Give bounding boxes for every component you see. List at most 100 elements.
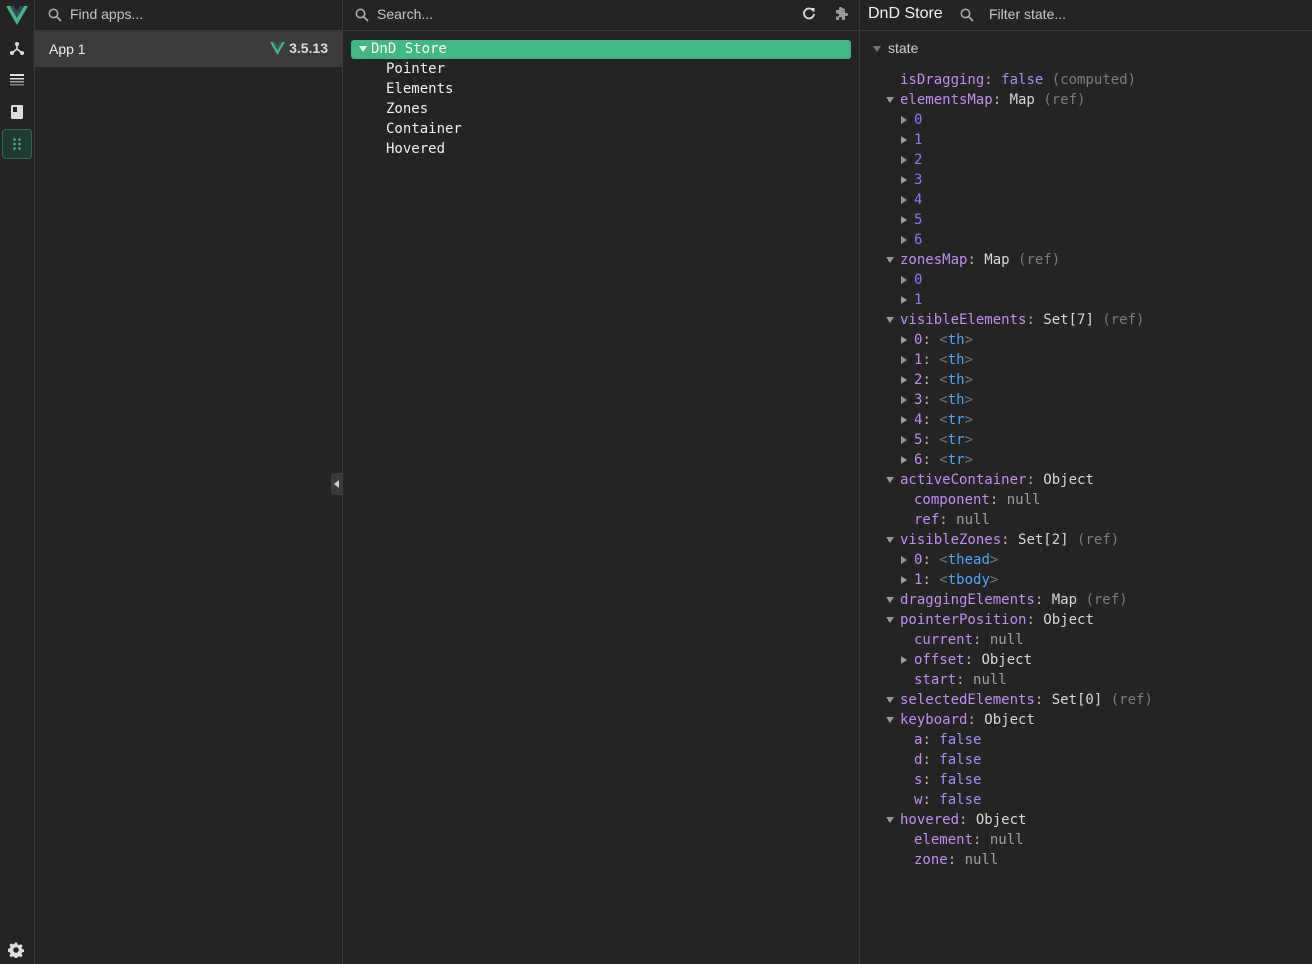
state-value: false — [1001, 72, 1044, 88]
pinia-icon[interactable] — [2, 97, 32, 127]
app-list-item[interactable]: App 1 3.5.13 — [35, 31, 342, 67]
state-annotation: (ref) — [1018, 252, 1061, 268]
state-row[interactable]: 1: <tbody> — [901, 570, 998, 590]
collapse-panel-button[interactable] — [331, 473, 342, 495]
state-index: 0 — [914, 112, 923, 128]
state-row[interactable]: hovered: Object — [886, 810, 1026, 830]
tree-search-bar[interactable]: Search... — [343, 0, 859, 31]
state-row[interactable]: 0: <th> — [901, 330, 973, 350]
state-row[interactable]: activeContainer: Object — [886, 470, 1094, 490]
caret-down-icon[interactable] — [886, 317, 894, 323]
caret-right-icon[interactable] — [901, 156, 907, 164]
state-row: ref: null — [914, 510, 990, 530]
state-row[interactable]: 5 — [901, 210, 922, 230]
state-row: start: null — [914, 670, 1007, 690]
state-row[interactable]: pointerPosition: Object — [886, 610, 1094, 630]
state-row[interactable]: 2: <th> — [901, 370, 973, 390]
state-row[interactable]: 1: <th> — [901, 350, 973, 370]
caret-right-icon[interactable] — [901, 216, 907, 224]
tag-open-bracket: < — [939, 332, 948, 348]
state-row[interactable]: 0 — [901, 270, 922, 290]
state-index: 1 — [914, 292, 923, 308]
caret-right-icon[interactable] — [901, 436, 907, 444]
caret-right-icon[interactable] — [901, 456, 907, 464]
apps-search-input[interactable]: Find apps... — [70, 6, 143, 22]
vue-logo-icon[interactable] — [2, 0, 32, 30]
tree-node-elements[interactable]: Elements — [386, 81, 453, 97]
tree-search-input[interactable]: Search... — [377, 6, 433, 22]
plugin-grid-icon[interactable] — [2, 129, 32, 159]
caret-down-icon[interactable] — [886, 597, 894, 603]
tree-node-pointer[interactable]: Pointer — [386, 61, 445, 77]
caret-right-icon[interactable] — [901, 236, 907, 244]
state-row[interactable]: keyboard: Object — [886, 710, 1035, 730]
settings-icon[interactable] — [7, 942, 25, 961]
filter-state-input[interactable]: Filter state... — [989, 6, 1066, 22]
caret-right-icon[interactable] — [901, 176, 907, 184]
tree-node-container[interactable]: Container — [386, 121, 462, 137]
state-row[interactable]: elementsMap: Map (ref) — [886, 90, 1085, 110]
state-row[interactable]: 5: <tr> — [901, 430, 973, 450]
state-row[interactable]: visibleZones: Set[2] (ref) — [886, 530, 1119, 550]
timeline-icon[interactable] — [2, 65, 32, 95]
caret-right-icon[interactable] — [901, 336, 907, 344]
tree-node-selected[interactable]: DnD Store — [351, 40, 851, 59]
state-row[interactable]: 2 — [901, 150, 922, 170]
state-row[interactable]: 3 — [901, 170, 922, 190]
caret-down-icon[interactable] — [886, 817, 894, 823]
state-spacer — [1069, 532, 1077, 548]
state-separator: : — [984, 72, 1002, 88]
state-row[interactable]: 0: <thead> — [901, 550, 998, 570]
caret-right-icon[interactable] — [901, 576, 907, 584]
caret-right-icon[interactable] — [901, 296, 907, 304]
state-element-tag: tbody — [947, 572, 990, 588]
state-separator: : — [973, 832, 990, 848]
state-row[interactable]: visibleElements: Set[7] (ref) — [886, 310, 1144, 330]
caret-down-icon[interactable] — [886, 477, 894, 483]
tree-node-label: DnD Store — [371, 41, 447, 57]
state-row[interactable]: 3: <th> — [901, 390, 973, 410]
caret-right-icon[interactable] — [901, 656, 907, 664]
caret-right-icon[interactable] — [901, 396, 907, 404]
caret-right-icon[interactable] — [901, 276, 907, 284]
caret-down-icon[interactable] — [359, 46, 367, 52]
state-row[interactable]: 1 — [901, 130, 922, 150]
plugin-icon[interactable] — [833, 6, 849, 22]
state-row[interactable]: 0 — [901, 110, 923, 130]
caret-right-icon[interactable] — [901, 196, 907, 204]
state-value: false — [939, 752, 982, 768]
tag-open-bracket: < — [939, 452, 948, 468]
refresh-icon[interactable] — [802, 7, 816, 21]
caret-right-icon[interactable] — [901, 376, 907, 384]
state-row[interactable]: 4 — [901, 190, 923, 210]
caret-down-icon[interactable] — [886, 697, 894, 703]
tree-node-zones[interactable]: Zones — [386, 101, 428, 117]
caret-right-icon[interactable] — [901, 556, 907, 564]
caret-right-icon[interactable] — [901, 356, 907, 364]
caret-down-icon[interactable] — [886, 617, 894, 623]
state-row[interactable]: 4: <tr> — [901, 410, 974, 430]
caret-down-icon[interactable] — [886, 257, 894, 263]
components-tree-icon[interactable] — [2, 33, 32, 63]
state-index: 4 — [914, 192, 923, 208]
caret-right-icon[interactable] — [901, 116, 907, 124]
state-row[interactable]: selectedElements: Set[0] (ref) — [886, 690, 1153, 710]
tag-close-bracket: > — [964, 412, 974, 428]
state-key: elementsMap — [900, 92, 993, 108]
state-row[interactable]: zonesMap: Map (ref) — [886, 250, 1061, 270]
caret-down-icon[interactable] — [886, 97, 894, 103]
caret-right-icon[interactable] — [901, 416, 907, 424]
caret-down-icon[interactable] — [886, 537, 894, 543]
caret-right-icon[interactable] — [901, 136, 907, 144]
caret-down-icon[interactable] — [886, 717, 894, 723]
state-row[interactable]: draggingElements: Map (ref) — [886, 590, 1128, 610]
apps-search-bar[interactable]: Find apps... — [35, 0, 342, 31]
state-row[interactable]: 1 — [901, 290, 923, 310]
state-section-header[interactable]: state — [888, 40, 918, 56]
tree-node-hovered[interactable]: Hovered — [386, 141, 445, 157]
state-row[interactable]: 6 — [901, 230, 922, 250]
search-icon — [48, 8, 62, 22]
state-row[interactable]: 6: <tr> — [901, 450, 973, 470]
state-row[interactable]: offset: Object — [901, 650, 1032, 670]
caret-down-icon[interactable] — [873, 46, 881, 52]
